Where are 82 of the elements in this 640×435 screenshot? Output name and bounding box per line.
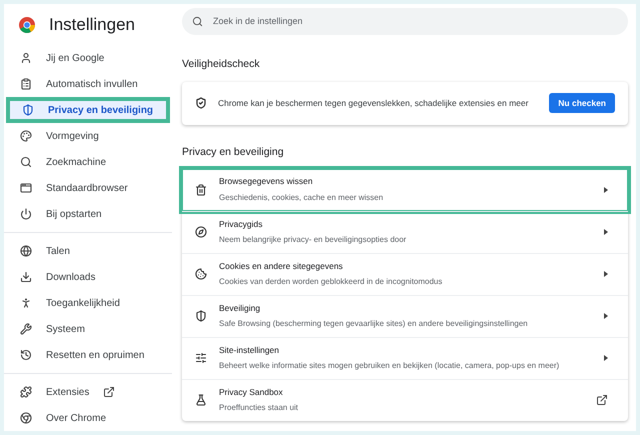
row-title: Site-instellingen xyxy=(219,344,280,356)
puzzle-icon xyxy=(20,386,32,398)
wrench-icon xyxy=(20,323,32,335)
sidebar-item[interactable]: Toegankelijkheid xyxy=(4,290,172,316)
sidebar-item[interactable]: Systeem xyxy=(4,316,172,342)
section-heading: Privacy en beveiliging xyxy=(182,144,285,160)
sidebar-item-label: Standaardbrowser xyxy=(46,182,128,196)
browser-window-icon xyxy=(20,182,32,194)
caret-icon xyxy=(604,313,608,319)
settings-row[interactable]: Privacy Sandbox Proeffuncties staan uit xyxy=(182,378,628,420)
sidebar-item-label: Jij en Google xyxy=(46,52,104,66)
trash-icon xyxy=(195,184,207,196)
settings-row[interactable]: Site-instellingen Beheert welke informatie sites mogen gebruiken en bekijken (locatie, camera, pop-ups en meer) xyxy=(182,336,628,378)
settings-row[interactable]: Beveiliging Safe Browsing (bescherming tegen gevaarlijke sites) en andere beveiligingsinstellingen xyxy=(182,294,628,336)
row-title: Privacy Sandbox xyxy=(219,386,284,398)
search-icon xyxy=(20,156,32,168)
caret-icon xyxy=(604,186,608,192)
sidebar-item-label: Resetten en opruimen xyxy=(46,348,144,362)
external-link-icon xyxy=(596,394,608,406)
history-icon xyxy=(20,349,32,361)
safety-check-text: Chrome kan je beschermen tegen gegevenslekken, schadelijke extensies en meer xyxy=(218,96,530,110)
sidebar-item-label: Vormgeving xyxy=(46,130,99,144)
sidebar-item[interactable]: Vormgeving xyxy=(4,123,172,149)
sidebar-item-label: Privacy en beveiliging xyxy=(48,104,154,118)
sidebar-item-label: Downloads xyxy=(46,270,96,284)
row-title: Cookies en andere sitegegevens xyxy=(219,260,344,272)
sidebar-item[interactable]: Extensies xyxy=(4,379,172,405)
globe-icon xyxy=(20,245,32,257)
page-title: Instellingen xyxy=(49,14,136,36)
accessibility-icon xyxy=(20,297,32,309)
cookie-icon xyxy=(195,268,207,280)
download-icon xyxy=(20,271,32,283)
settings-row[interactable]: Cookies en andere sitegegevens Cookies van derden worden geblokkeerd in de incognitomodus xyxy=(182,252,628,294)
search-field[interactable]: Zoek in de instellingen xyxy=(182,8,628,35)
sidebar-item[interactable]: Over Chrome xyxy=(4,405,172,431)
sidebar-item[interactable]: Privacy en beveiliging xyxy=(6,97,170,123)
sidebar-item-label: Systeem xyxy=(46,322,85,336)
palette-icon xyxy=(20,130,32,142)
row-subtitle: Neem belangrijke privacy- en beveiligingsopties door xyxy=(219,234,408,246)
sidebar-item-label: Bij opstarten xyxy=(46,208,102,222)
search-icon xyxy=(192,16,203,27)
sidebar-item-label: Extensies xyxy=(46,386,90,400)
sidebar-item-label: Zoekmachine xyxy=(46,156,106,170)
settings-row[interactable]: Browsegegevens wissen Geschiedenis, cookies, cache en meer wissen xyxy=(182,168,628,210)
sidebar-item[interactable]: Jij en Google xyxy=(4,45,172,71)
row-subtitle: Beheert welke informatie sites mogen gebruiken en bekijken (locatie, camera, pop-ups en meer) xyxy=(219,360,560,372)
sidebar-item-label: Talen xyxy=(46,244,70,258)
sidebar-item-label: Over Chrome xyxy=(46,412,106,426)
shield-icon xyxy=(195,310,207,322)
sidebar-item[interactable]: Bij opstarten xyxy=(4,201,172,227)
clipboard-icon xyxy=(20,78,32,90)
browser-logo-icon xyxy=(20,412,32,424)
power-icon xyxy=(20,208,32,220)
check-now-button[interactable]: Nu checken xyxy=(549,93,615,114)
flask-icon xyxy=(195,394,207,406)
sidebar-item[interactable]: Talen xyxy=(4,238,172,264)
compass-icon xyxy=(195,226,207,238)
shield-icon xyxy=(22,104,34,116)
sidebar-item[interactable]: Zoekmachine xyxy=(4,149,172,175)
row-title: Browsegegevens wissen xyxy=(219,175,314,188)
caret-icon xyxy=(604,271,608,277)
row-subtitle: Safe Browsing (bescherming tegen gevaarlijke sites) en andere beveiligingsinstellingen xyxy=(219,318,529,330)
row-title: Beveiliging xyxy=(219,302,262,314)
sidebar-item[interactable]: Standaardbrowser xyxy=(4,175,172,201)
shield-check-icon xyxy=(195,97,207,110)
sidebar-item[interactable]: Downloads xyxy=(4,264,172,290)
row-subtitle: Proeffuncties staan uit xyxy=(219,402,300,414)
sidebar-item-label: Automatisch invullen xyxy=(46,78,138,92)
caret-icon xyxy=(604,229,608,235)
row-title: Privacygids xyxy=(219,218,264,230)
sliders-icon xyxy=(195,352,207,364)
sidebar-item[interactable]: Automatisch invullen xyxy=(4,71,172,97)
section-heading: Veiligheidscheck xyxy=(182,57,261,72)
person-icon xyxy=(20,52,32,64)
sidebar-item-label: Toegankelijkheid xyxy=(46,296,120,310)
settings-row[interactable]: Privacygids Neem belangrijke privacy- en beveiligingsopties door xyxy=(182,210,628,252)
row-subtitle: Geschiedenis, cookies, cache en meer wissen xyxy=(219,192,384,204)
browser-logo-icon xyxy=(19,17,35,33)
sidebar-item[interactable]: Resetten en opruimen xyxy=(4,342,172,368)
row-subtitle: Cookies van derden worden geblokkeerd in de incognitomodus xyxy=(219,276,444,288)
search-input[interactable]: Zoek in de instellingen xyxy=(213,14,618,28)
caret-icon xyxy=(604,355,608,361)
